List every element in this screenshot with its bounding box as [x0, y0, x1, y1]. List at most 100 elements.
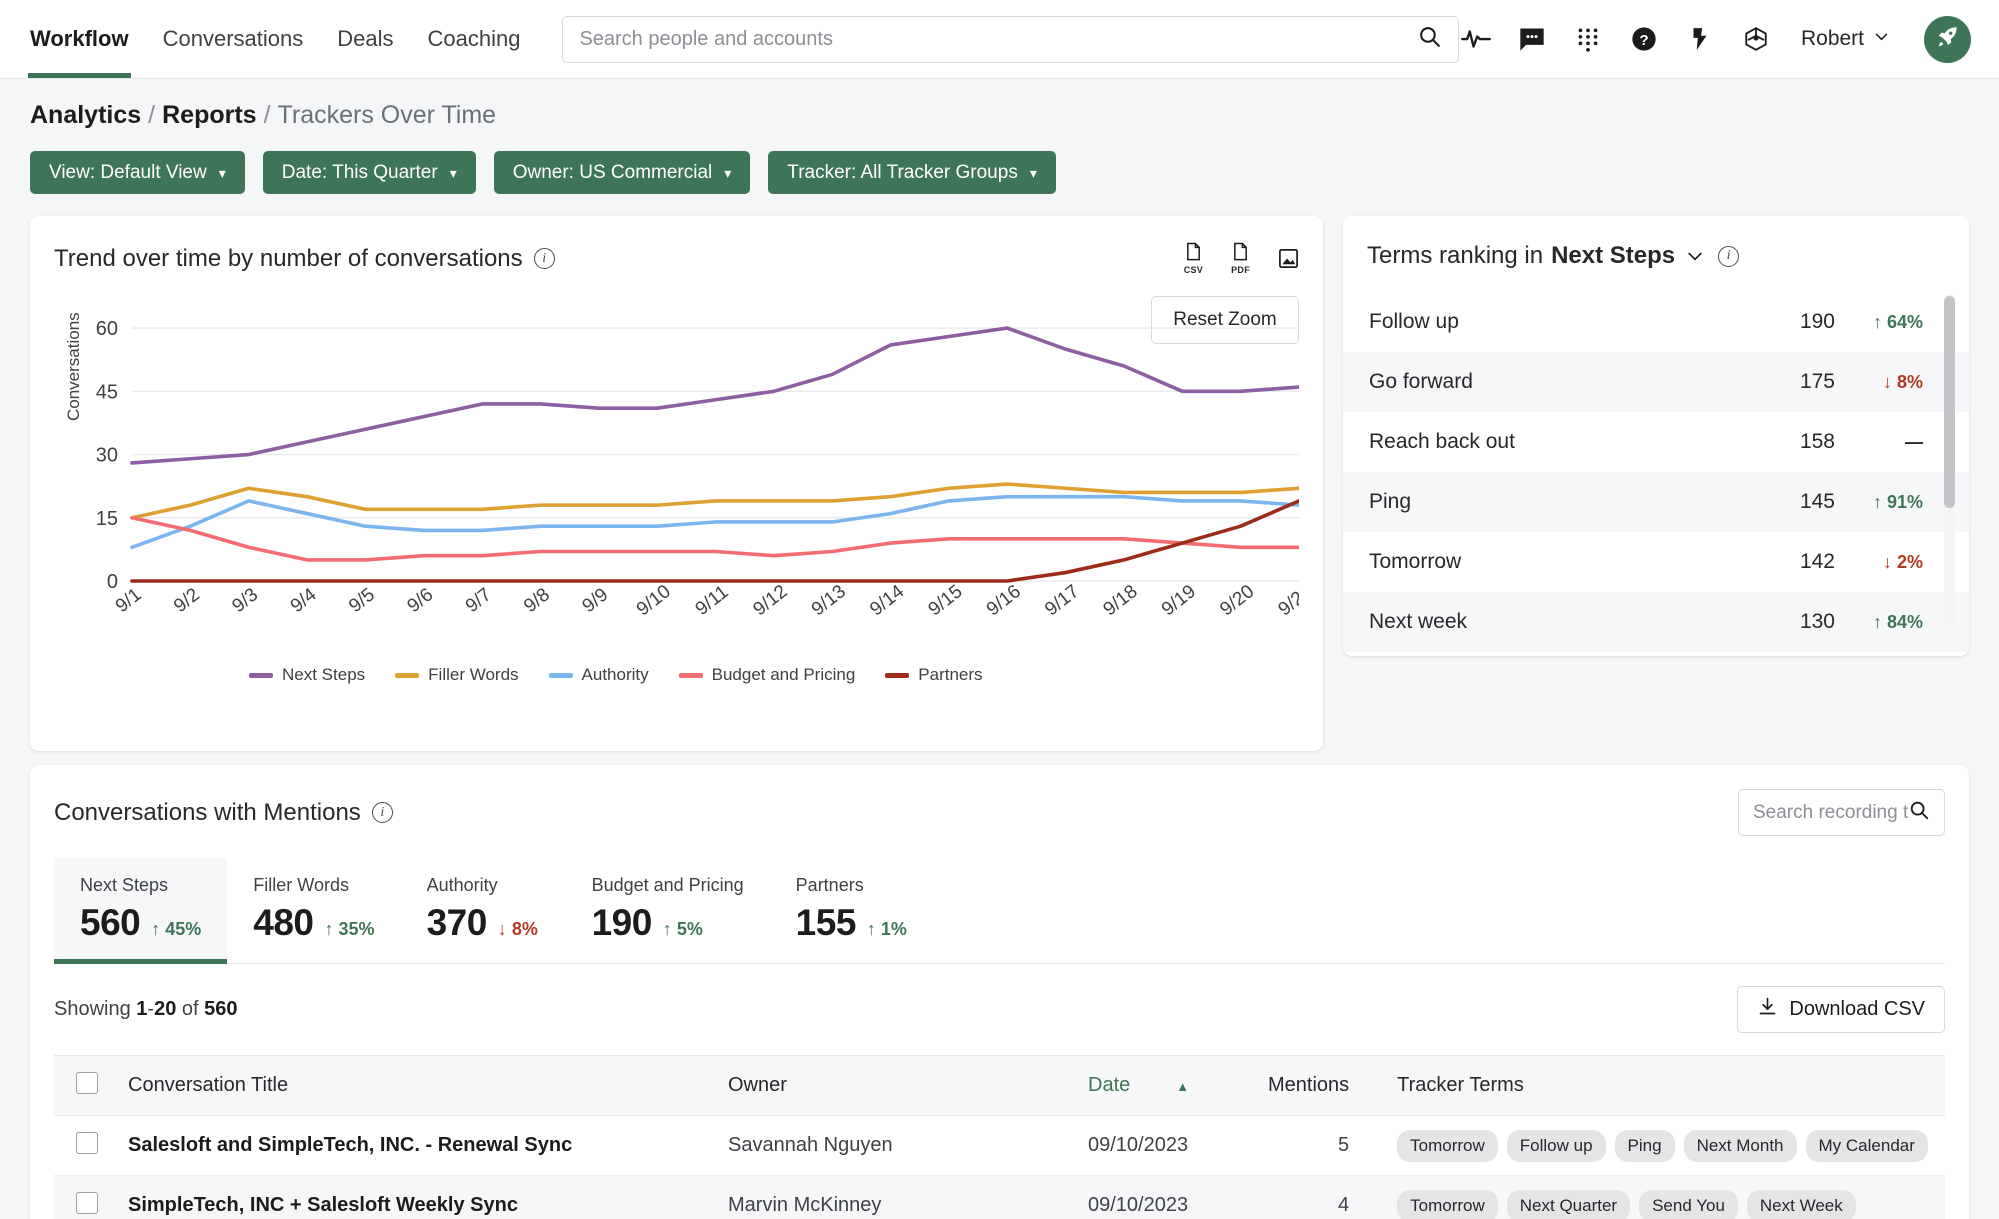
terms-scrollbar-thumb[interactable]	[1944, 296, 1955, 508]
column-header-conversation-title[interactable]: Conversation Title	[120, 1055, 720, 1116]
info-icon[interactable]: i	[533, 248, 555, 269]
tab-authority[interactable]: Authority 370 ↓ 8%	[401, 858, 566, 963]
trend-down-icon: ↓	[497, 919, 507, 939]
tracker-term-chip: Tomorrow	[1397, 1129, 1498, 1162]
terms-ranking-title: Terms ranking in	[1367, 242, 1544, 269]
showing-count: Showing 1-20 of 560	[54, 998, 238, 1021]
recording-search-input[interactable]	[1753, 801, 1908, 824]
chart-y-tick-label: 60	[96, 318, 118, 340]
chevron-down-icon[interactable]	[1685, 246, 1705, 266]
term-count: 190	[1799, 310, 1835, 333]
global-search[interactable]	[562, 15, 1459, 63]
chart-legend: Next Steps Filler Words Authority Budget…	[249, 665, 983, 685]
message-icon[interactable]	[1515, 22, 1549, 56]
breadcrumb: Analytics / Reports / Trackers Over Time	[30, 101, 1969, 130]
search-input[interactable]	[579, 27, 1417, 51]
cube-icon[interactable]	[1739, 22, 1773, 56]
export-image-icon[interactable]	[1278, 248, 1299, 269]
column-header-owner[interactable]: Owner	[720, 1055, 1080, 1116]
legend-label: Budget and Pricing	[711, 665, 856, 684]
select-all-checkbox[interactable]	[76, 1071, 98, 1094]
conversation-title-link[interactable]: SimpleTech, INC + Salesloft Weekly Sync	[128, 1194, 518, 1216]
filter-date-button[interactable]: Date: This Quarter ▾	[262, 151, 476, 194]
table-row[interactable]: Salesloft and SimpleTech, INC. - Renewal…	[54, 1115, 1945, 1176]
column-header-tracker-terms[interactable]: Tracker Terms	[1389, 1055, 1945, 1116]
tracker-term-chip: Send You	[1639, 1189, 1738, 1219]
filter-tracker-button[interactable]: Tracker: All Tracker Groups ▾	[768, 151, 1056, 194]
term-delta: ↑ 91%	[1835, 492, 1945, 513]
terms-row[interactable]: Reach back out 158 —	[1343, 412, 1969, 472]
help-icon[interactable]: ?	[1627, 22, 1661, 56]
term-delta: ↓ 2%	[1835, 552, 1945, 573]
table-row[interactable]: SimpleTech, INC + Salesloft Weekly Sync …	[54, 1175, 1945, 1219]
tab-next-steps[interactable]: Next Steps 560 ↑ 45%	[54, 858, 228, 964]
term-delta: —	[1905, 431, 1923, 452]
terms-scrollbar-track[interactable]	[1944, 294, 1955, 624]
chart-series-next-steps	[130, 326, 1301, 465]
export-csv-icon[interactable]: CSV	[1184, 242, 1203, 275]
info-icon[interactable]: i	[371, 802, 393, 823]
filter-view-button[interactable]: View: Default View ▾	[30, 151, 245, 194]
info-icon[interactable]: i	[1718, 245, 1740, 267]
nav-tab-workflow[interactable]: Workflow	[28, 0, 131, 78]
breadcrumb-reports[interactable]: Reports	[162, 101, 256, 130]
row-terms-cell: Tomorrow Follow up Ping Next Month My Ca…	[1389, 1115, 1945, 1176]
tab-partners[interactable]: Partners 155 ↑ 1%	[770, 858, 935, 963]
terms-row[interactable]: Go forward 175 ↓ 8%	[1343, 352, 1969, 412]
column-header-date[interactable]: Date ▲	[1080, 1055, 1260, 1116]
terms-row[interactable]: Tomorrow 142 ↓ 2%	[1343, 532, 1969, 592]
top-navigation-bar: Workflow Conversations Deals Coaching Se…	[0, 0, 1999, 79]
dialpad-icon[interactable]	[1571, 22, 1605, 56]
conversations-with-mentions-panel: Conversations with Mentions i Next Steps…	[30, 765, 1969, 1219]
column-header-mentions[interactable]: Mentions	[1260, 1055, 1390, 1116]
legend-swatch	[548, 672, 573, 678]
recording-search[interactable]	[1738, 789, 1945, 836]
nav-tab-conversations[interactable]: Conversations	[161, 0, 306, 78]
terms-row[interactable]: Ping 145 ↑ 91%	[1343, 472, 1969, 532]
terms-row[interactable]: Next week 130 ↑ 84%	[1343, 592, 1969, 652]
nav-right-actions: ? Robert	[1459, 15, 1971, 63]
search-icon[interactable]	[1417, 24, 1442, 54]
filter-owner-button[interactable]: Owner: US Commercial ▾	[493, 151, 751, 194]
chart-x-tick-label: 9/3	[228, 584, 262, 617]
showing-total: 560	[204, 998, 238, 1020]
row-checkbox[interactable]	[76, 1191, 98, 1214]
legend-item-filler-words[interactable]: Filler Words	[395, 665, 519, 685]
user-menu[interactable]: Robert	[1801, 27, 1890, 51]
avatar[interactable]	[1924, 15, 1971, 63]
download-csv-button[interactable]: Download CSV	[1737, 986, 1945, 1033]
tracker-term-chip: Next Week	[1746, 1189, 1856, 1219]
recording-search-wrapper	[1738, 789, 1945, 836]
conversations-table: Conversation Title Owner Date ▲ Mentions …	[54, 1055, 1945, 1219]
chart-x-tick-label: 9/9	[579, 584, 613, 617]
row-title-cell: SimpleTech, INC + Salesloft Weekly Sync	[120, 1175, 720, 1219]
terms-row[interactable]: Next Quarter 124 ↓ 34%	[1343, 652, 1969, 656]
kpi-delta: ↑ 45%	[151, 919, 201, 940]
nav-tab-label: Workflow	[30, 26, 129, 51]
terms-ranking-selected-tracker[interactable]: Next Steps	[1551, 242, 1675, 270]
nav-tab-coaching[interactable]: Coaching	[425, 0, 522, 78]
terms-row[interactable]: Follow up 190 ↑ 64%	[1343, 292, 1969, 352]
breadcrumb-analytics[interactable]: Analytics	[30, 101, 141, 130]
nav-tab-deals[interactable]: Deals	[335, 0, 395, 78]
nav-tab-label: Deals	[337, 26, 394, 51]
chevron-down-icon: ▾	[449, 164, 457, 181]
activity-icon[interactable]	[1459, 22, 1493, 56]
legend-item-next-steps[interactable]: Next Steps	[249, 665, 365, 685]
primary-nav-tabs: Workflow Conversations Deals Coaching	[28, 0, 522, 78]
table-header: Conversation Title Owner Date ▲ Mentions …	[54, 1055, 1945, 1116]
bolt-icon[interactable]	[1683, 22, 1717, 56]
search-icon[interactable]	[1908, 799, 1930, 826]
tab-budget-and-pricing[interactable]: Budget and Pricing 190 ↑ 5%	[566, 858, 770, 963]
chart-series-budget-and-pricing	[130, 515, 1301, 562]
kpi-value: 560	[80, 902, 141, 943]
row-checkbox[interactable]	[76, 1131, 98, 1154]
legend-item-budget-and-pricing[interactable]: Budget and Pricing	[678, 665, 856, 685]
svg-text:?: ?	[1639, 32, 1648, 49]
legend-item-authority[interactable]: Authority	[548, 665, 649, 685]
conversation-title-link[interactable]: Salesloft and SimpleTech, INC. - Renewal…	[128, 1134, 572, 1156]
export-pdf-icon[interactable]: PDF	[1231, 242, 1250, 275]
chart-plot-area[interactable]: Conversations 0 15 30 45 60 9/1 9/2 9/3 9/4 9/5 9/…	[54, 293, 1317, 693]
tab-filler-words[interactable]: Filler Words 480 ↑ 35%	[227, 858, 400, 963]
legend-item-partners[interactable]: Partners	[885, 665, 983, 685]
